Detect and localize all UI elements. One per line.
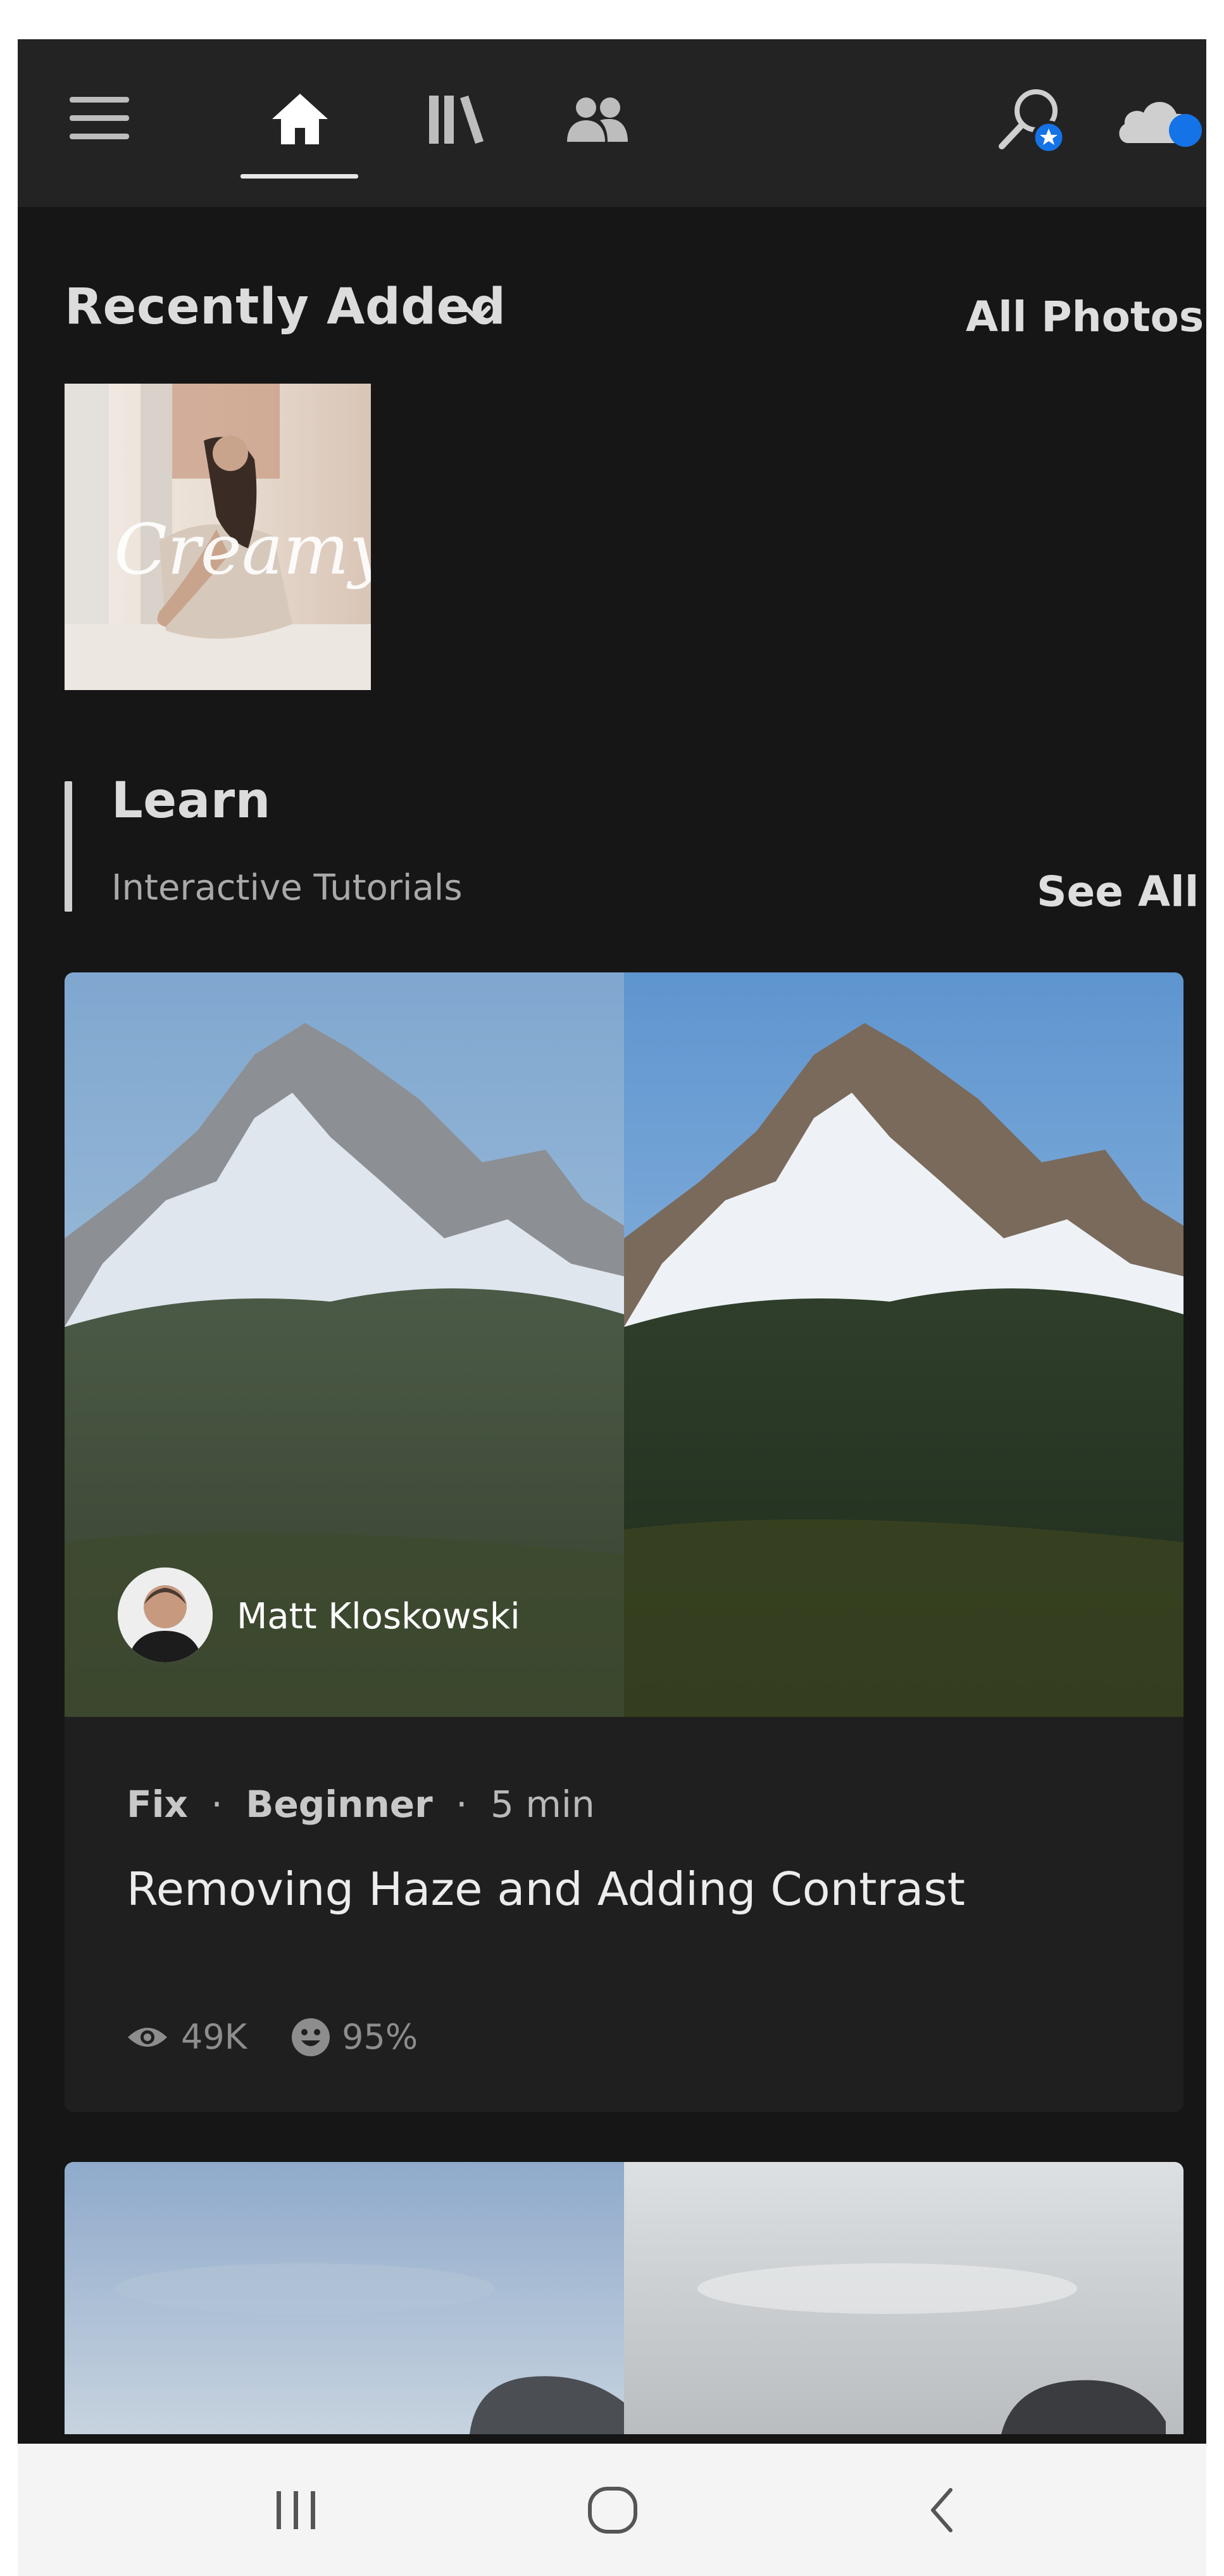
- library-icon[interactable]: [420, 84, 491, 154]
- top-nav-bar: [18, 39, 1206, 207]
- tutorial-stats: 49K 95%: [127, 2017, 418, 2057]
- cloud-sync-icon[interactable]: [1113, 90, 1206, 153]
- android-home-icon[interactable]: [575, 2472, 651, 2548]
- active-tab-indicator: [240, 174, 358, 179]
- tutorial-before-after-image: Matt Kloskowski: [65, 972, 1183, 1717]
- people-icon[interactable]: [562, 84, 633, 154]
- tutorial-category: Fix: [127, 1783, 188, 1826]
- learn-title: Learn: [111, 772, 271, 829]
- recent-photo-thumbnail[interactable]: Creamy: [65, 384, 371, 690]
- all-photos-link[interactable]: All Photos: [966, 292, 1204, 341]
- status-bar: [18, 0, 1206, 39]
- recent-apps-icon[interactable]: [258, 2475, 334, 2545]
- app-frame: Recently Added All Photos Creamy Learn I…: [18, 0, 1206, 2576]
- thumbnail-overlay-text: Creamy: [114, 509, 371, 590]
- tutorial-card[interactable]: Matt Kloskowski Fix · Beginner · 5 min R…: [65, 972, 1183, 2112]
- tutorial-card-2-image[interactable]: [65, 2162, 1183, 2434]
- eye-icon: [127, 2023, 168, 2051]
- hamburger-menu-icon[interactable]: [65, 84, 134, 153]
- meta-separator: ·: [211, 1783, 223, 1826]
- tutorial-level: Beginner: [246, 1783, 433, 1826]
- home-icon[interactable]: [265, 84, 335, 154]
- see-all-link[interactable]: See All: [1037, 867, 1199, 916]
- author-avatar[interactable]: [118, 1568, 213, 1662]
- tutorial-duration: 5 min: [490, 1783, 595, 1826]
- tutorial-meta: Fix · Beginner · 5 min: [127, 1783, 595, 1826]
- meta-separator: ·: [456, 1783, 468, 1826]
- search-people-star-icon[interactable]: [992, 81, 1075, 163]
- recently-added-title[interactable]: Recently Added: [65, 279, 506, 336]
- android-back-icon[interactable]: [904, 2475, 980, 2545]
- tutorial-title[interactable]: Removing Haze and Adding Contrast: [127, 1863, 965, 1916]
- chevron-down-icon[interactable]: [458, 295, 496, 333]
- author-name[interactable]: Matt Kloskowski: [237, 1596, 520, 1637]
- smiley-icon: [291, 2018, 330, 2057]
- rating-percent: 95%: [342, 2017, 418, 2057]
- learn-accent-bar: [65, 781, 72, 912]
- views-count: 49K: [181, 2017, 247, 2057]
- android-nav-bar: [18, 2444, 1206, 2576]
- learn-subtitle: Interactive Tutorials: [111, 867, 463, 908]
